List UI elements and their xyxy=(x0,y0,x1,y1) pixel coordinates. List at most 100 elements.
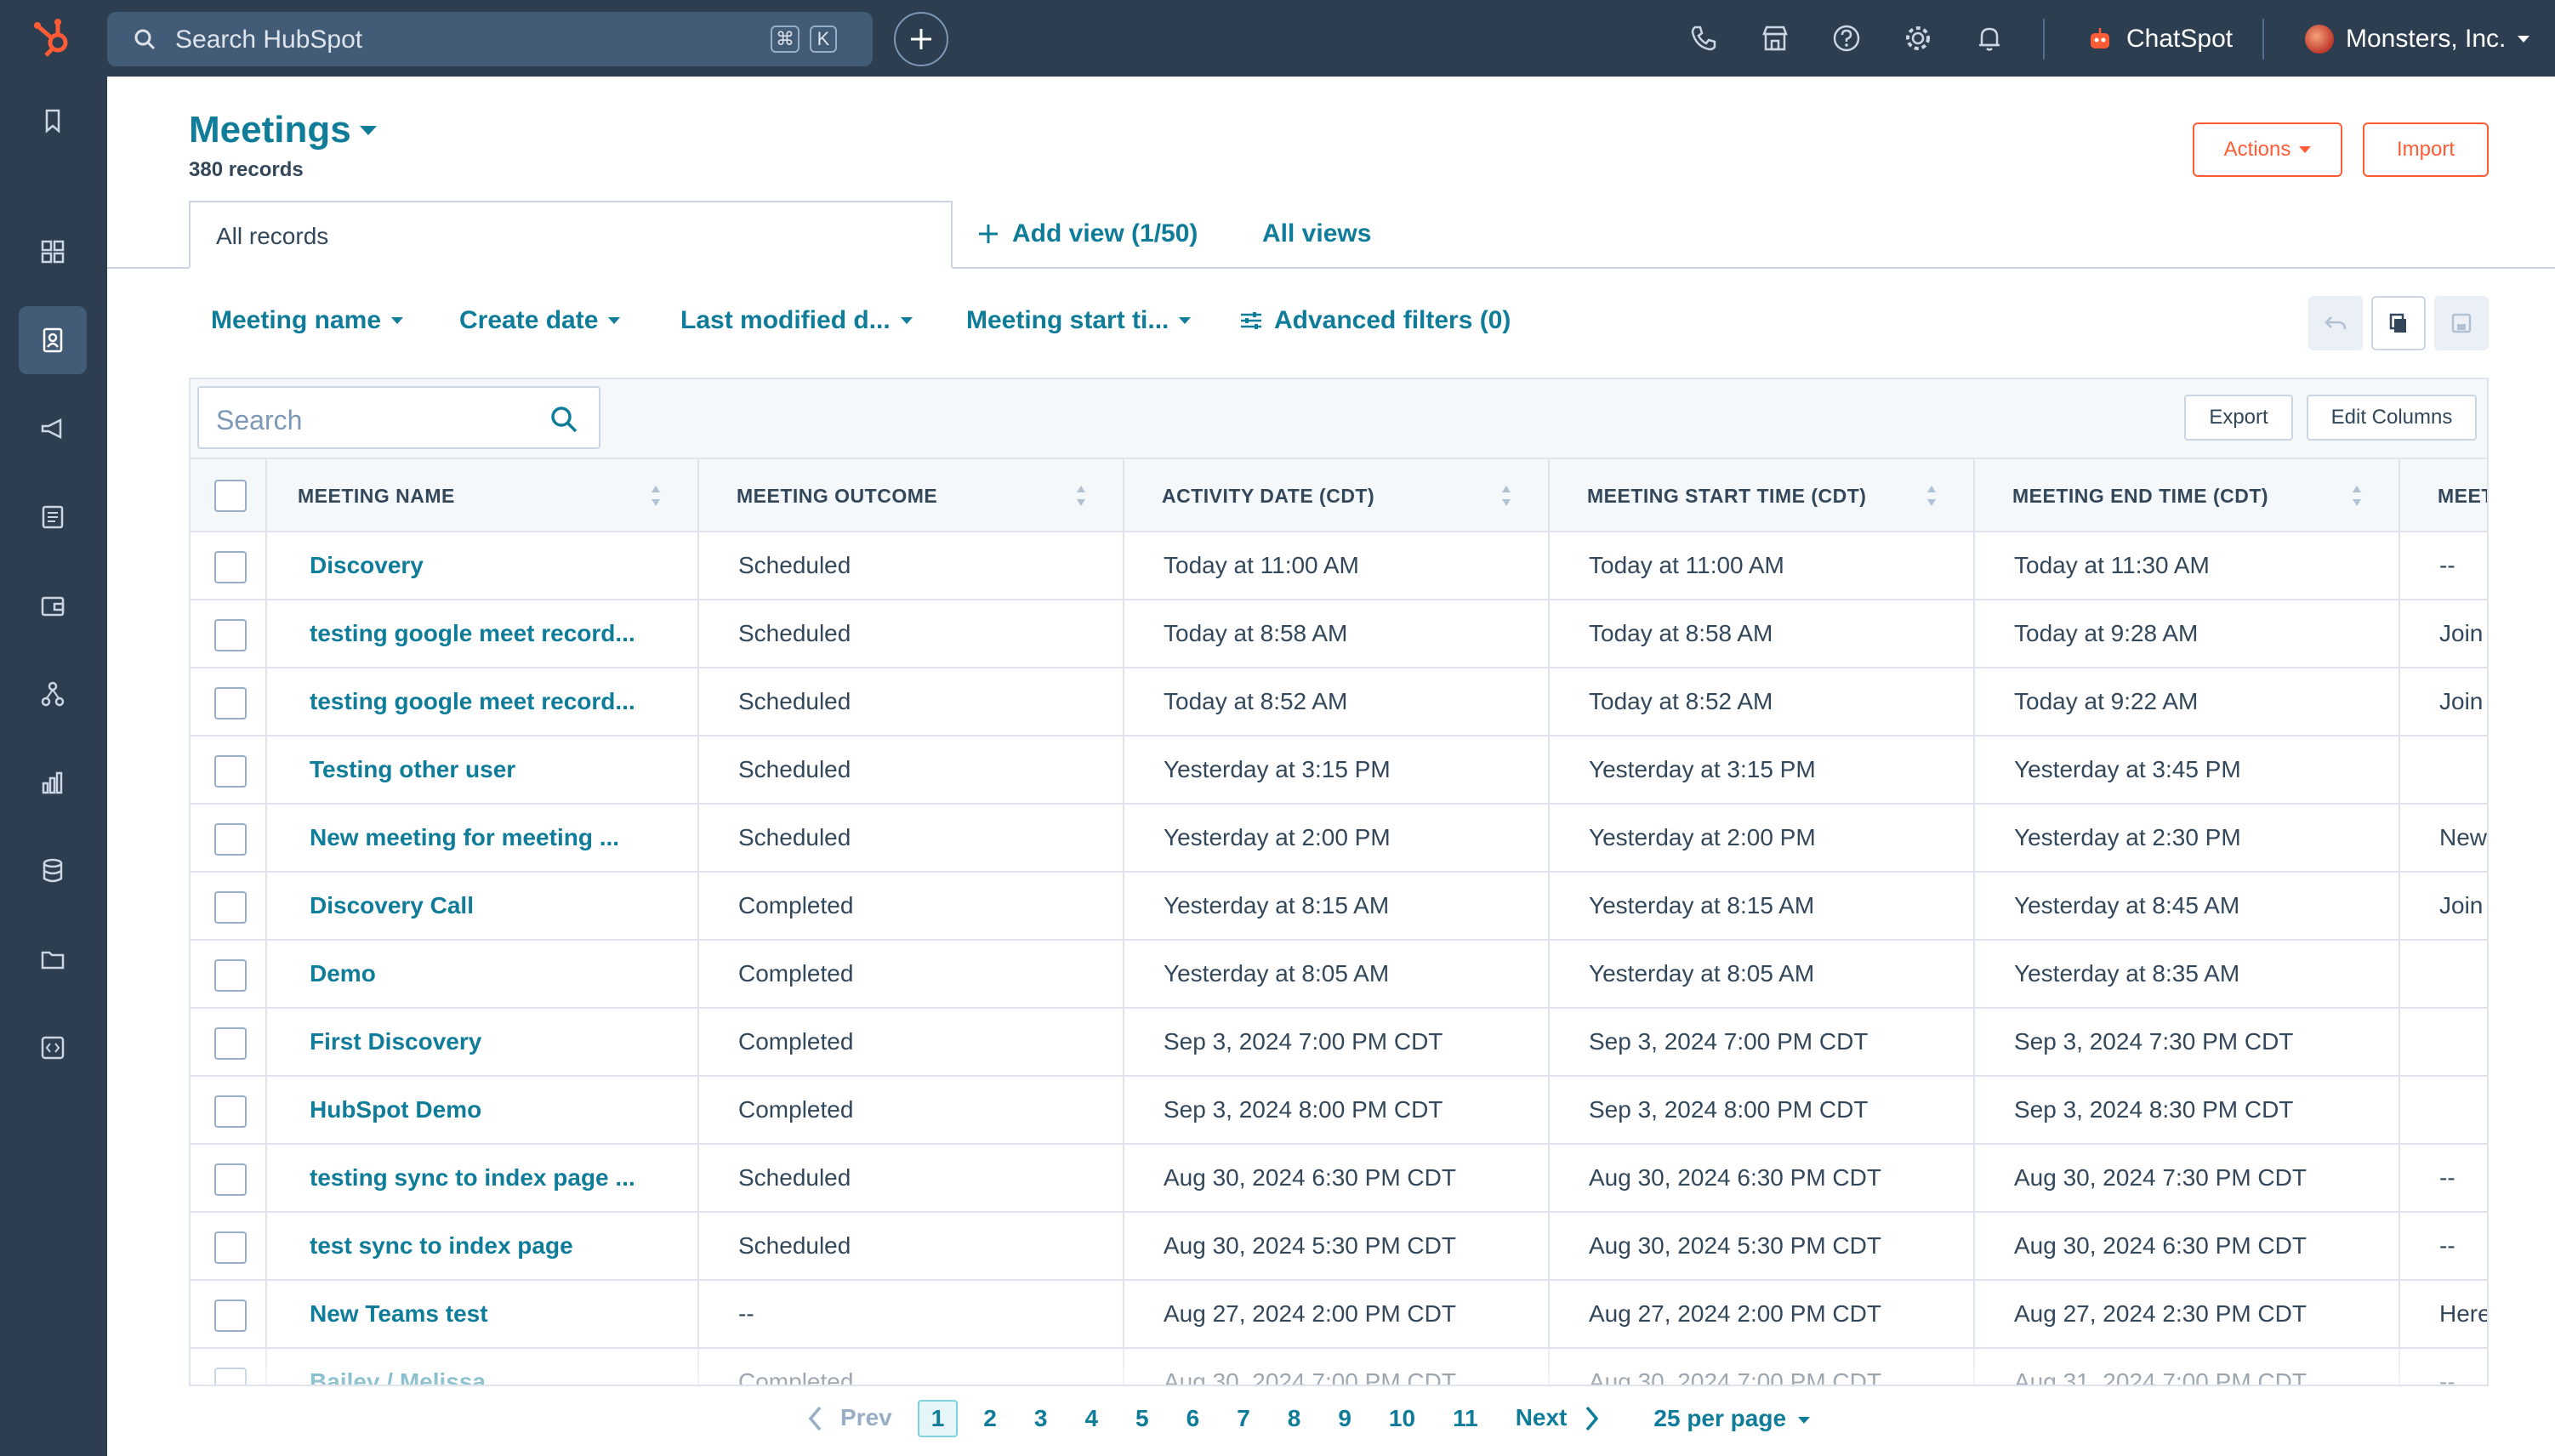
sidebar-reporting[interactable] xyxy=(19,748,87,816)
tab-all-records[interactable]: All records xyxy=(189,201,953,269)
all-views-link[interactable]: All views xyxy=(1262,219,1371,248)
export-button[interactable]: Export xyxy=(2184,395,2293,441)
sidebar-data-management[interactable] xyxy=(19,837,87,905)
sidebar-crm[interactable] xyxy=(19,306,87,374)
chatspot-button[interactable]: ChatSpot xyxy=(2086,19,2233,60)
sidebar-commerce[interactable] xyxy=(19,572,87,640)
meeting-name-link[interactable]: testing google meet record... xyxy=(310,600,684,667)
meeting-name-link[interactable]: Discovery Call xyxy=(310,873,684,939)
meeting-name-link[interactable]: Discovery xyxy=(310,532,684,599)
meeting-name-link[interactable]: New Teams test xyxy=(310,1281,684,1347)
table-row[interactable]: First Discovery Completed Sep 3, 2024 7:00… xyxy=(191,1009,2487,1077)
import-button[interactable]: Import xyxy=(2363,122,2489,177)
sort-icon[interactable] xyxy=(1075,483,1087,509)
row-checkbox[interactable] xyxy=(214,959,247,992)
row-checkbox[interactable] xyxy=(214,687,247,719)
clone-view-button[interactable] xyxy=(2371,296,2426,350)
account-menu[interactable]: Monsters, Inc. xyxy=(2305,19,2530,60)
filter-meeting-name[interactable]: Meeting name xyxy=(211,306,404,335)
filter-create-date[interactable]: Create date xyxy=(459,306,621,335)
column-header[interactable]: MEETING END TIME (CDT) xyxy=(1973,459,2392,532)
row-checkbox[interactable] xyxy=(214,1095,247,1128)
table-row[interactable]: testing google meet record... Scheduled To… xyxy=(191,600,2487,668)
create-new-button[interactable] xyxy=(894,12,948,66)
filter-last-modified-date[interactable]: Last modified d... xyxy=(680,306,913,335)
meeting-name-link[interactable]: testing sync to index page ... xyxy=(310,1145,684,1211)
add-view-button[interactable]: Add view (1/50) xyxy=(976,219,1198,248)
reset-view-button[interactable] xyxy=(2308,296,2363,350)
table-row[interactable]: testing sync to index page ... Scheduled A… xyxy=(191,1145,2487,1213)
per-page-select[interactable]: 25 per page xyxy=(1635,1405,1828,1432)
settings-gear-icon[interactable] xyxy=(1902,22,1934,54)
meeting-name-link[interactable]: Demo xyxy=(310,941,684,1007)
column-header[interactable]: MEET xyxy=(2399,459,2487,532)
table-row[interactable]: New meeting for meeting ... Scheduled Yest… xyxy=(191,805,2487,873)
next-page-button[interactable]: Next xyxy=(1497,1404,1620,1434)
row-checkbox[interactable] xyxy=(214,1300,247,1332)
row-checkbox[interactable] xyxy=(214,551,247,583)
meeting-name-link[interactable]: New meeting for meeting ... xyxy=(310,805,684,871)
column-header[interactable]: MEETING OUTCOME xyxy=(697,459,1116,532)
column-header[interactable]: MEETING NAME xyxy=(242,459,691,532)
table-row[interactable]: Testing other user Scheduled Yesterday at … xyxy=(191,737,2487,805)
meeting-name-link[interactable]: test sync to index page xyxy=(310,1213,684,1279)
sidebar-content[interactable] xyxy=(19,483,87,551)
advanced-filters-button[interactable]: Advanced filters (0) xyxy=(1238,306,1511,335)
page-6-button[interactable]: 6 xyxy=(1168,1405,1219,1432)
save-view-button[interactable] xyxy=(2434,296,2489,350)
sort-icon[interactable] xyxy=(1500,483,1512,509)
prev-page-button[interactable]: Prev xyxy=(788,1404,911,1434)
page-8-button[interactable]: 8 xyxy=(1269,1405,1320,1432)
table-search-input[interactable]: Search xyxy=(197,386,600,449)
page-10-button[interactable]: 10 xyxy=(1370,1405,1434,1432)
page-7-button[interactable]: 7 xyxy=(1218,1405,1269,1432)
sidebar-marketing[interactable] xyxy=(19,395,87,463)
row-checkbox[interactable] xyxy=(214,1027,247,1060)
row-checkbox[interactable] xyxy=(214,619,247,651)
help-icon[interactable] xyxy=(1830,22,1863,54)
page-5-button[interactable]: 5 xyxy=(1117,1405,1168,1432)
page-11-button[interactable]: 11 xyxy=(1434,1405,1497,1432)
table-cell: -- xyxy=(2439,1232,2455,1259)
actions-button[interactable]: Actions xyxy=(2193,122,2342,177)
column-header[interactable]: MEETING START TIME (CDT) xyxy=(1548,459,1966,532)
page-1-button[interactable]: 1 xyxy=(917,1400,959,1437)
table-row[interactable]: Demo Completed Yesterday at 8:05 AM Yesterd… xyxy=(191,941,2487,1009)
sort-icon[interactable] xyxy=(2351,483,2363,509)
page-9-button[interactable]: 9 xyxy=(1319,1405,1370,1432)
column-header[interactable]: ACTIVITY DATE (CDT) xyxy=(1123,459,1541,532)
table-row[interactable]: testing google meet record... Scheduled To… xyxy=(191,668,2487,737)
edit-columns-button[interactable]: Edit Columns xyxy=(2307,395,2477,441)
global-search-input[interactable]: Search HubSpot ⌘ K xyxy=(107,12,873,66)
sidebar-workspaces[interactable] xyxy=(19,218,87,286)
sort-icon[interactable] xyxy=(650,483,662,509)
page-3-button[interactable]: 3 xyxy=(1016,1405,1067,1432)
table-row[interactable]: New Teams test -- Aug 27, 2024 2:00 PM CDT… xyxy=(191,1281,2487,1349)
sidebar-library[interactable] xyxy=(19,925,87,993)
row-checkbox[interactable] xyxy=(214,823,247,856)
sidebar-bookmarks[interactable] xyxy=(19,87,87,155)
marketplace-icon[interactable] xyxy=(1759,22,1791,54)
table-row[interactable]: Discovery Scheduled Today at 11:00 AM Today… xyxy=(191,532,2487,600)
meeting-name-link[interactable]: First Discovery xyxy=(310,1009,684,1075)
row-checkbox[interactable] xyxy=(214,891,247,924)
table-row[interactable]: HubSpot Demo Completed Sep 3, 2024 8:00 PM… xyxy=(191,1077,2487,1145)
row-checkbox[interactable] xyxy=(214,1231,247,1264)
phone-icon[interactable] xyxy=(1687,22,1720,54)
meeting-name-link[interactable]: Testing other user xyxy=(310,737,684,803)
notifications-bell-icon[interactable] xyxy=(1973,22,2006,54)
page-2-button[interactable]: 2 xyxy=(965,1405,1016,1432)
hubspot-logo-icon[interactable] xyxy=(31,15,77,61)
sort-icon[interactable] xyxy=(1926,483,1938,509)
sidebar-automation[interactable] xyxy=(19,660,87,728)
page-4-button[interactable]: 4 xyxy=(1066,1405,1117,1432)
meeting-name-link[interactable]: HubSpot Demo xyxy=(310,1077,684,1143)
meeting-name-link[interactable]: testing google meet record... xyxy=(310,668,684,735)
sidebar-development[interactable] xyxy=(19,1014,87,1082)
table-row[interactable]: Discovery Call Completed Yesterday at 8:15… xyxy=(191,873,2487,941)
object-switcher[interactable]: Meetings xyxy=(189,109,377,151)
filter-meeting-start-time[interactable]: Meeting start ti... xyxy=(966,306,1192,335)
table-row[interactable]: test sync to index page Scheduled Aug 30, … xyxy=(191,1213,2487,1281)
row-checkbox[interactable] xyxy=(214,1163,247,1196)
row-checkbox[interactable] xyxy=(214,755,247,788)
